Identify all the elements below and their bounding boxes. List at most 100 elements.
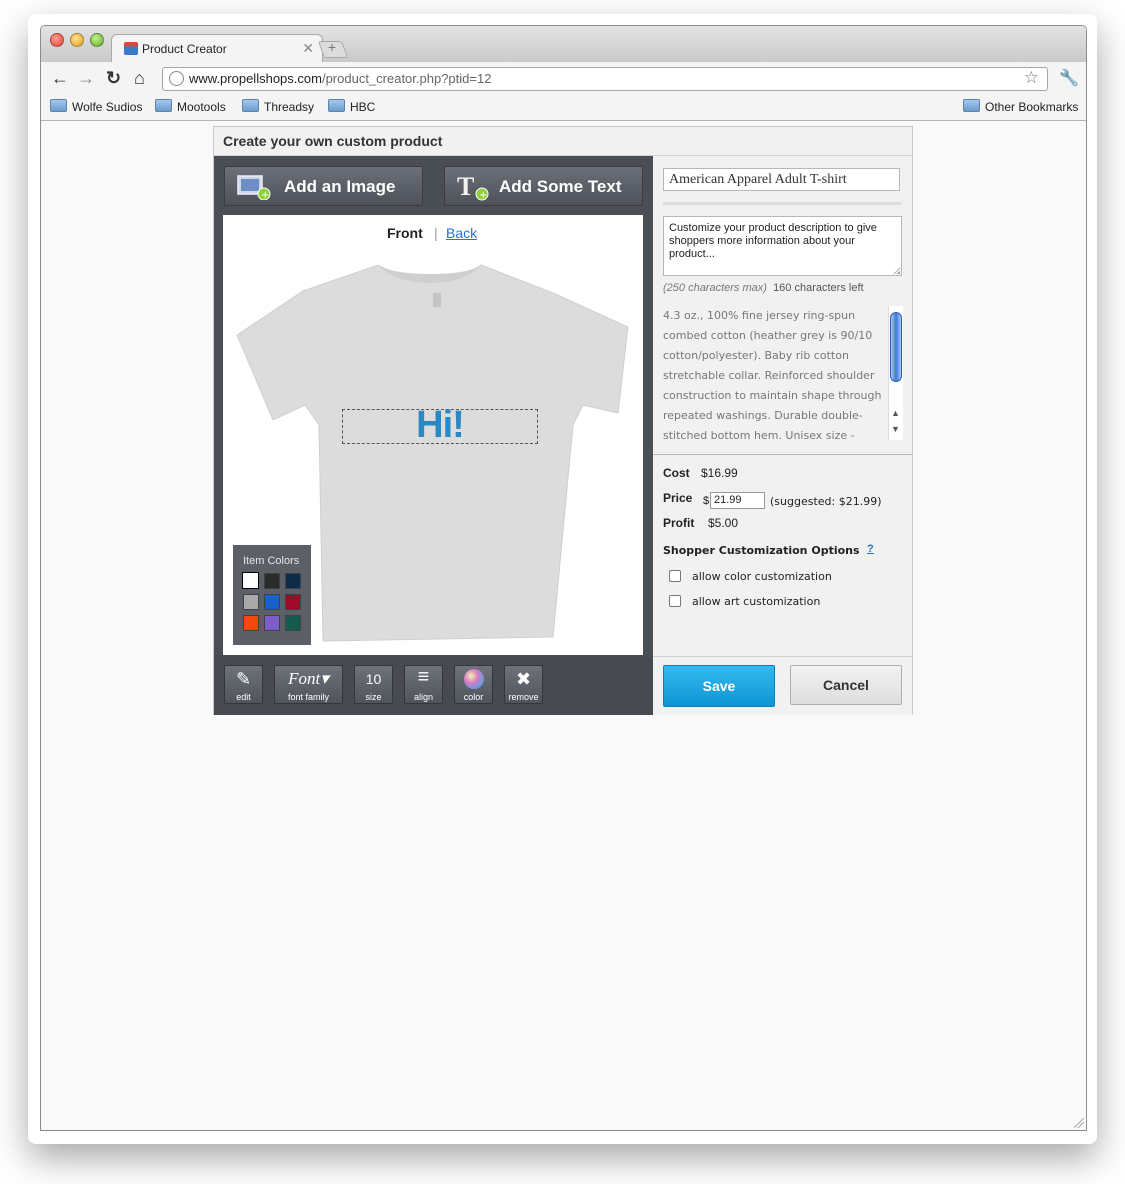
price-input[interactable]: 21.99 — [710, 492, 765, 509]
color-swatch[interactable] — [243, 615, 259, 631]
add-text-label: Add Some Text — [499, 177, 622, 196]
description-textarea[interactable]: Customize your product description to gi… — [663, 216, 902, 276]
help-link[interactable]: ? — [867, 543, 874, 555]
tool-label: remove — [508, 692, 539, 702]
bookmark-star-icon[interactable]: ☆ — [1024, 68, 1039, 88]
svg-text:+: + — [479, 190, 487, 201]
bookmark-folder[interactable]: HBC — [328, 99, 375, 114]
edit-tool-button[interactable]: ✎ edit — [224, 665, 263, 704]
font-family-button[interactable]: Font▾ font family — [274, 665, 343, 704]
item-colors-title: Item Colors — [243, 555, 300, 567]
color-swatch[interactable] — [242, 572, 259, 589]
color-swatch[interactable] — [264, 615, 280, 631]
color-swatch[interactable] — [285, 615, 301, 631]
remove-button[interactable]: ✖ remove — [504, 665, 543, 704]
svg-text:T: T — [457, 173, 474, 201]
tab-title: Product Creator — [142, 42, 227, 56]
bookmark-folder[interactable]: Threadsy — [242, 99, 314, 114]
color-swatch[interactable] — [243, 594, 259, 610]
specs-scrollbar[interactable]: ▲ ▼ — [888, 306, 903, 440]
minimize-window-button[interactable] — [70, 33, 84, 47]
shop-favicon-icon — [124, 42, 138, 55]
size-button[interactable]: 10 size — [354, 665, 393, 704]
browser-window: Product Creator ✕ + ← → ↻ ⌂ www.propells… — [40, 25, 1087, 1131]
scroll-down-icon[interactable]: ▼ — [891, 424, 900, 434]
view-separator: | — [434, 225, 438, 241]
add-text-button[interactable]: T + Add Some Text — [444, 166, 643, 206]
back-arrow-icon[interactable]: ← — [51, 68, 69, 89]
folder-icon — [242, 99, 259, 112]
plus-icon: + — [328, 39, 337, 55]
size-value: 10 — [365, 671, 382, 687]
align-button[interactable]: ≡ align — [404, 665, 443, 704]
add-text-icon: T + — [457, 173, 489, 201]
chars-left: 160 characters left — [773, 282, 864, 294]
design-text: Hi! — [416, 404, 465, 446]
suggested-price: (suggested: $21.99) — [770, 495, 882, 508]
divider — [653, 656, 912, 657]
other-bookmarks-folder[interactable]: Other Bookmarks — [963, 99, 1078, 114]
url-path: /product_creator.php?ptid=12 — [321, 71, 492, 86]
allow-art-checkbox[interactable] — [669, 595, 681, 607]
customization-options-title: Shopper Customization Options — [663, 544, 860, 557]
bookmark-label: Other Bookmarks — [985, 100, 1079, 114]
add-image-icon: + — [237, 175, 271, 200]
bookmark-folder[interactable]: Wolfe Sudios — [50, 99, 142, 114]
browser-toolbar: ← → ↻ ⌂ www.propellshops.com/product_cre… — [41, 62, 1086, 94]
folder-icon — [963, 99, 980, 112]
view-front-tab[interactable]: Front — [387, 225, 423, 241]
divider — [663, 202, 902, 205]
design-canvas[interactable]: Front | Back Hi! Item Colors — [223, 215, 643, 655]
bookmark-label: Mootools — [177, 100, 226, 114]
profit-value: $5.00 — [708, 516, 739, 530]
allow-color-checkbox[interactable] — [669, 570, 681, 582]
color-swatch[interactable] — [264, 594, 280, 610]
character-count: (250 characters max) 160 characters left — [663, 282, 864, 294]
zoom-window-button[interactable] — [90, 33, 104, 47]
bookmarks-bar: Wolfe Sudios Mootools Threadsy HBC Other… — [41, 94, 1086, 121]
wrench-icon[interactable]: 🔧 — [1059, 68, 1079, 88]
description-placeholder: Customize your product description to gi… — [669, 222, 877, 260]
home-icon[interactable]: ⌂ — [134, 68, 145, 89]
color-wheel-icon — [464, 669, 484, 689]
cancel-button[interactable]: Cancel — [790, 665, 902, 705]
scrollbar-thumb[interactable] — [890, 312, 902, 382]
pencil-icon: ✎ — [235, 669, 252, 689]
product-specs: 4.3 oz., 100% fine jersey ring-spun comb… — [663, 309, 882, 442]
add-image-button[interactable]: + Add an Image — [224, 166, 423, 206]
text-tool-bar: ✎ edit Font▾ font family 10 size ≡ align — [214, 655, 653, 715]
color-swatch[interactable] — [264, 573, 280, 589]
title-bar: Product Creator ✕ + — [41, 26, 1086, 63]
folder-icon — [155, 99, 172, 112]
dialog-title: Create your own custom product — [223, 133, 443, 149]
folder-icon — [50, 99, 67, 112]
reload-icon[interactable]: ↻ — [106, 68, 121, 89]
url-text: www.propellshops.com/product_creator.php… — [189, 71, 491, 86]
window-resize-grip-icon[interactable] — [1074, 1118, 1084, 1128]
char-max: (250 characters max) — [663, 282, 767, 294]
color-swatch[interactable] — [285, 594, 301, 610]
view-back-link[interactable]: Back — [446, 225, 477, 241]
font-glyph: Font — [288, 669, 321, 688]
color-button[interactable]: color — [454, 665, 493, 704]
allow-color-label: allow color customization — [692, 570, 832, 583]
add-image-label: Add an Image — [284, 177, 396, 196]
forward-arrow-icon[interactable]: → — [77, 68, 95, 89]
bookmark-folder[interactable]: Mootools — [155, 99, 226, 114]
close-window-button[interactable] — [50, 33, 64, 47]
color-swatch[interactable] — [285, 573, 301, 589]
address-bar[interactable]: www.propellshops.com/product_creator.php… — [162, 67, 1048, 91]
cost-label: Cost — [663, 466, 690, 480]
scroll-up-icon[interactable]: ▲ — [891, 408, 900, 418]
page-content: Create your own custom product + Add an … — [41, 121, 1086, 1130]
save-button[interactable]: Save — [663, 665, 775, 707]
browser-tab[interactable]: Product Creator ✕ — [111, 34, 323, 63]
globe-icon — [169, 71, 184, 86]
product-name-input[interactable]: American Apparel Adult T-shirt — [663, 168, 900, 191]
tab-close-icon[interactable]: ✕ — [302, 40, 314, 57]
resize-grip-icon[interactable] — [893, 267, 900, 274]
tool-label: edit — [236, 692, 251, 702]
text-design-box[interactable]: Hi! — [342, 404, 538, 446]
folder-icon — [328, 99, 345, 112]
bookmark-label: Threadsy — [264, 100, 315, 114]
